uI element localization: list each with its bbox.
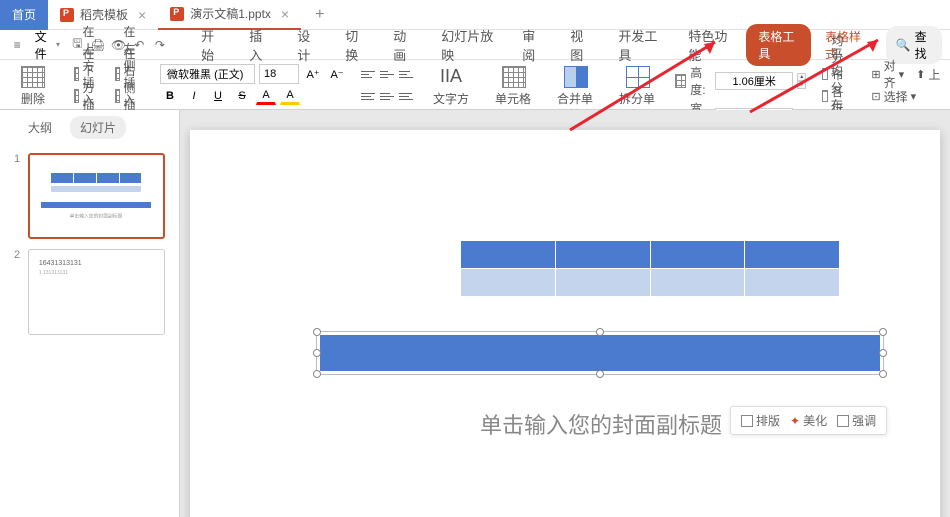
resize-handle[interactable]	[879, 349, 887, 357]
selection-frame	[316, 331, 884, 375]
menu-animation[interactable]: 动画	[381, 22, 427, 68]
thumbnail-2[interactable]: 2 16431313131 1 131313131	[14, 249, 165, 335]
increase-size[interactable]: A⁺	[303, 65, 323, 83]
chevron-down-icon: ▾	[56, 40, 60, 49]
canvas[interactable]: 单击输入您的封面副标题 排版 ✦美化 强调	[180, 110, 950, 517]
resize-handle[interactable]	[313, 370, 321, 378]
slides-tab[interactable]: 幻灯片	[70, 116, 126, 139]
emphasis-icon	[837, 415, 849, 427]
italic-button[interactable]: I	[184, 87, 204, 105]
strike-button[interactable]: S	[232, 87, 252, 105]
height-label: 高度:	[690, 64, 711, 98]
bold-button[interactable]: B	[160, 87, 180, 105]
menu-icon[interactable]: ≡	[8, 34, 27, 56]
menu-table-tools[interactable]: 表格工具	[746, 24, 811, 66]
text-direction-icon: IIA	[440, 66, 464, 88]
subtitle-placeholder[interactable]: 单击输入您的封面副标题	[480, 408, 722, 440]
size-select[interactable]	[259, 64, 299, 84]
resize-handle[interactable]	[313, 349, 321, 357]
resize-handle[interactable]	[313, 328, 321, 336]
menu-view[interactable]: 视图	[558, 22, 604, 68]
highlight[interactable]: A	[280, 87, 300, 105]
align-top[interactable]	[359, 66, 377, 82]
close-icon[interactable]: ×	[281, 6, 289, 22]
ppt-icon	[170, 7, 184, 21]
select-menu[interactable]: ⊡ 选择 ▾	[867, 86, 920, 107]
slide-number: 2	[14, 249, 22, 335]
align-center[interactable]	[378, 88, 396, 104]
workspace: 大纲 幻灯片 1 单击输入您的封面副标题 2 16431313131 1 131…	[0, 110, 950, 517]
table-1[interactable]	[460, 240, 840, 297]
beautify-button[interactable]: ✦美化	[790, 412, 827, 429]
height-input[interactable]	[715, 72, 793, 90]
thumbnail-1[interactable]: 1 单击输入您的封面副标题	[14, 153, 165, 239]
menu-start[interactable]: 开始	[189, 22, 235, 68]
ribbon: 删除 在上方插入行 在左侧插入列 在下方插入行 在右侧插入列 A⁺ A⁻ B I…	[0, 60, 950, 110]
table-2-selected[interactable]	[320, 335, 880, 371]
align-bottom[interactable]	[397, 66, 415, 82]
floating-toolbar: 排版 ✦美化 强调	[730, 406, 887, 435]
grid-icon	[115, 89, 120, 103]
slide-number: 1	[14, 153, 22, 239]
layout-icon	[741, 415, 753, 427]
height-icon	[675, 74, 686, 88]
thumbnail[interactable]: 单击输入您的封面副标题	[28, 153, 165, 239]
delete-icon	[21, 66, 45, 88]
grid-icon	[74, 89, 79, 103]
search-icon: 🔍	[896, 38, 911, 52]
resize-handle[interactable]	[596, 370, 604, 378]
align-left[interactable]	[359, 88, 377, 104]
decrease-size[interactable]: A⁻	[327, 65, 347, 83]
delete-button[interactable]: 删除	[8, 64, 58, 109]
merge-icon	[564, 66, 588, 88]
move-up[interactable]: ⬆ 上	[912, 64, 944, 85]
split-icon	[626, 66, 650, 88]
thumbnail-list[interactable]: 1 单击输入您的封面副标题 2 16431313131 1 131313131	[0, 145, 179, 517]
redo-icon[interactable]: ↷	[151, 34, 170, 56]
emphasis-button[interactable]: 强调	[837, 412, 876, 429]
thumbnail[interactable]: 16431313131 1 131313131	[28, 249, 165, 335]
outline-tab[interactable]: 大纲	[18, 116, 62, 139]
menu-transition[interactable]: 切换	[333, 22, 379, 68]
docer-icon	[60, 8, 74, 22]
file-menu[interactable]: 文件▾	[29, 24, 66, 66]
resize-handle[interactable]	[596, 328, 604, 336]
font-select[interactable]	[160, 64, 255, 84]
height-spinner[interactable]: ▴▾	[797, 73, 806, 89]
resize-handle[interactable]	[879, 328, 887, 336]
dist-cols-icon	[822, 90, 827, 102]
slide[interactable]: 单击输入您的封面副标题 排版 ✦美化 强调	[190, 130, 940, 517]
font-color[interactable]: A	[256, 87, 276, 105]
menu-features[interactable]: 特色功能	[676, 22, 744, 68]
menu-devtools[interactable]: 开发工具	[606, 22, 674, 68]
underline-button[interactable]: U	[208, 87, 228, 105]
align-middle[interactable]	[378, 66, 396, 82]
layout-button[interactable]: 排版	[741, 412, 780, 429]
menu-design[interactable]: 设计	[285, 22, 331, 68]
menu-review[interactable]: 审阅	[510, 22, 556, 68]
menu-slideshow[interactable]: 幻灯片放映	[429, 22, 508, 68]
align-right[interactable]	[397, 88, 415, 104]
resize-handle[interactable]	[879, 370, 887, 378]
slide-panel: 大纲 幻灯片 1 单击输入您的封面副标题 2 16431313131 1 131…	[0, 110, 180, 517]
menu-insert[interactable]: 插入	[237, 22, 283, 68]
cell-margin-icon	[502, 66, 526, 88]
